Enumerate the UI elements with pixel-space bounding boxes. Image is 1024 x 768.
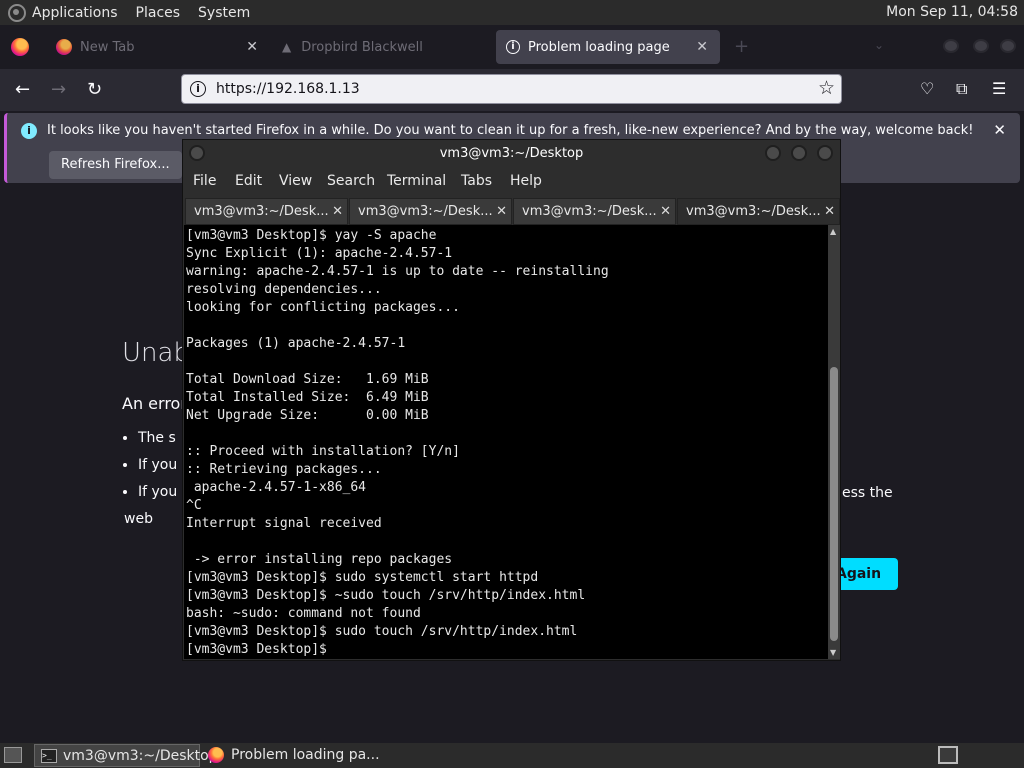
close-window-button[interactable] — [1000, 39, 1016, 53]
pocket-icon[interactable]: ♡ — [920, 79, 934, 98]
terminal-tab-4[interactable]: vm3@vm3:~/Desk... ✕ — [677, 198, 840, 225]
site-favicon-icon: ▲ — [282, 40, 292, 54]
panel-clock[interactable]: Mon Sep 11, 04:58 — [886, 4, 1018, 20]
close-icon[interactable]: ✕ — [824, 199, 835, 224]
terminal-titlebar[interactable]: vm3@vm3:~/Desktop — [183, 140, 840, 167]
terminal-tab-3[interactable]: vm3@vm3:~/Desk... ✕ — [513, 198, 676, 225]
menu-edit[interactable]: Edit — [235, 173, 262, 189]
minimize-button[interactable] — [765, 145, 781, 161]
close-icon[interactable]: ✕ — [993, 121, 1006, 139]
tab-label: Problem loading page — [528, 39, 670, 55]
terminal-tab-label: vm3@vm3:~/Desk... — [522, 204, 657, 219]
browser-tabstrip: New Tab ✕ ▲ Dropbird Blackwell i Problem… — [0, 25, 1024, 69]
list-item-tail-text: ess the — [842, 485, 893, 501]
window-menu-button[interactable] — [189, 145, 205, 161]
firefox-icon — [208, 747, 224, 763]
workspace-switcher[interactable] — [938, 746, 958, 764]
hamburger-menu-icon[interactable]: ☰ — [992, 79, 1006, 98]
close-icon[interactable]: ✕ — [696, 39, 708, 55]
list-item: If you — [138, 457, 177, 484]
close-icon[interactable]: ✕ — [660, 199, 671, 224]
error-description: An error — [122, 394, 187, 413]
taskbar-item-firefox[interactable]: Problem loading pa... — [203, 744, 383, 767]
close-window-button[interactable] — [817, 145, 833, 161]
scroll-down-icon[interactable]: ▼ — [830, 648, 836, 657]
scroll-up-icon[interactable]: ▲ — [830, 227, 836, 236]
menu-file[interactable]: File — [193, 173, 216, 189]
terminal-window[interactable]: vm3@vm3:~/Desktop File Edit View Search … — [182, 139, 841, 661]
menu-tabs[interactable]: Tabs — [461, 173, 492, 189]
reload-icon[interactable]: ↻ — [87, 79, 102, 100]
terminal-tabbar: vm3@vm3:~/Desk... ✕ vm3@vm3:~/Desk... ✕ … — [183, 198, 840, 225]
chevron-down-icon[interactable]: ⌄ — [874, 38, 884, 52]
list-item: If you — [138, 484, 177, 511]
tab-new-tab[interactable]: New Tab ✕ — [50, 32, 270, 62]
error-title: Unab — [122, 338, 190, 368]
notification-text: It looks like you haven't started Firefo… — [47, 123, 974, 138]
tab-dropbird[interactable]: ▲ Dropbird Blackwell — [278, 32, 488, 62]
close-icon[interactable]: ✕ — [246, 39, 258, 55]
terminal-tab-label: vm3@vm3:~/Desk... — [194, 204, 329, 219]
list-item: The s — [138, 430, 177, 457]
maximize-button[interactable] — [791, 145, 807, 161]
terminal-screen[interactable]: [vm3@vm3 Desktop]$ yay -S apache Sync Ex… — [184, 225, 828, 659]
menu-help[interactable]: Help — [510, 173, 542, 189]
bottom-taskbar: >_ vm3@vm3:~/Desktop Problem loading pa.… — [0, 743, 1024, 768]
maximize-button[interactable] — [973, 39, 989, 53]
terminal-title: vm3@vm3:~/Desktop — [439, 146, 584, 161]
bookmark-star-icon[interactable]: ☆ — [818, 77, 835, 99]
terminal-tab-label: vm3@vm3:~/Desk... — [358, 204, 493, 219]
close-icon[interactable]: ✕ — [496, 199, 507, 224]
terminal-scrollbar[interactable]: ▲ ▼ — [828, 225, 840, 659]
list-item-continuation: web — [124, 511, 153, 527]
menu-search[interactable]: Search — [327, 173, 375, 189]
top-panel: Applications Places System Mon Sep 11, 0… — [0, 0, 1024, 25]
scrollbar-thumb[interactable] — [830, 367, 838, 641]
forward-arrow-icon[interactable]: → — [51, 79, 66, 100]
site-info-icon[interactable]: i — [190, 81, 206, 97]
tab-problem-loading[interactable]: i Problem loading page ✕ — [496, 30, 720, 64]
menu-view[interactable]: View — [279, 173, 312, 189]
info-icon: i — [506, 40, 520, 54]
url-text[interactable]: https://192.168.1.13 — [216, 81, 360, 97]
terminal-icon: >_ — [41, 749, 57, 763]
tab-label: New Tab — [80, 39, 135, 55]
close-icon[interactable]: ✕ — [332, 199, 343, 224]
show-desktop-icon[interactable] — [4, 747, 22, 763]
menu-terminal[interactable]: Terminal — [387, 173, 446, 189]
taskbar-item-label: vm3@vm3:~/Desktop — [63, 748, 218, 764]
terminal-menubar: File Edit View Search Terminal Tabs Help — [183, 169, 840, 195]
new-tab-icon[interactable]: + — [734, 36, 749, 57]
menu-system[interactable]: System — [198, 5, 250, 21]
terminal-output: [vm3@vm3 Desktop]$ yay -S apache Sync Ex… — [186, 228, 609, 657]
terminal-tab-2[interactable]: vm3@vm3:~/Desk... ✕ — [349, 198, 512, 225]
error-suggestions-list: The s If you If you web — [124, 430, 177, 538]
info-icon: i — [21, 123, 37, 139]
back-arrow-icon[interactable]: ← — [15, 79, 30, 100]
tab-label: Dropbird Blackwell — [301, 39, 423, 55]
navigation-toolbar: ← → ↻ i https://192.168.1.13 ☆ ♡ ⧉ ☰ — [0, 69, 1024, 111]
distro-logo-icon[interactable] — [8, 3, 26, 22]
taskbar-item-terminal[interactable]: >_ vm3@vm3:~/Desktop — [34, 744, 218, 767]
terminal-tab-label: vm3@vm3:~/Desk... — [686, 204, 821, 219]
firefox-view-icon[interactable] — [11, 38, 29, 56]
firefox-icon — [56, 39, 72, 55]
menu-applications[interactable]: Applications — [32, 5, 118, 21]
terminal-tab-1[interactable]: vm3@vm3:~/Desk... ✕ — [185, 198, 348, 225]
url-bar[interactable]: i https://192.168.1.13 ☆ — [181, 74, 842, 104]
minimize-button[interactable] — [943, 39, 959, 53]
extensions-icon[interactable]: ⧉ — [956, 79, 967, 99]
menu-places[interactable]: Places — [136, 5, 181, 21]
taskbar-item-label: Problem loading pa... — [231, 747, 380, 763]
refresh-firefox-button[interactable]: Refresh Firefox... — [49, 151, 182, 179]
